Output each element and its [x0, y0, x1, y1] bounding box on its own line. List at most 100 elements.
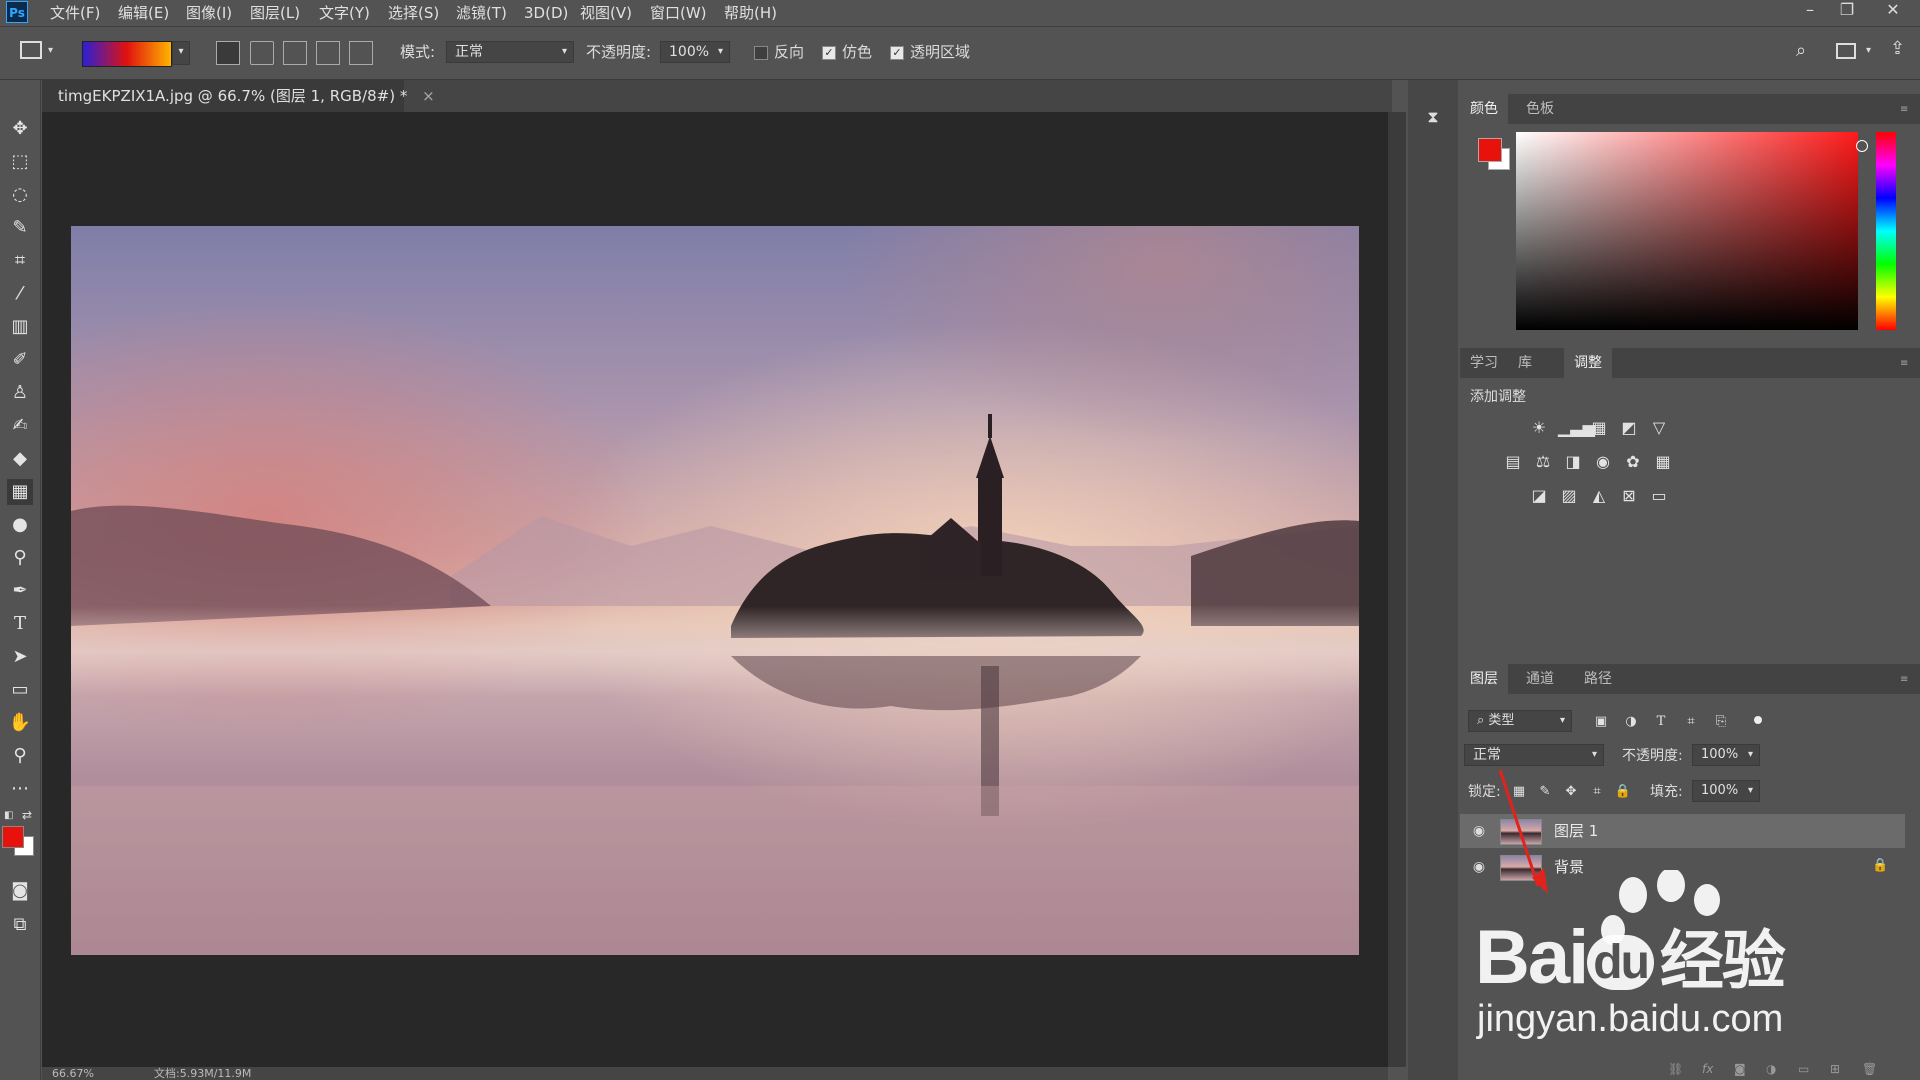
chevron-down-icon[interactable]: ▾: [48, 41, 53, 61]
hsl-icon[interactable]: ▤: [1502, 452, 1524, 472]
filter-smart-object-icon[interactable]: ⎘: [1710, 712, 1732, 732]
new-adjustment-icon[interactable]: ◑: [1766, 1062, 1776, 1076]
dodge-tool-icon[interactable]: ⚲: [7, 545, 33, 571]
hue-slider[interactable]: [1876, 132, 1896, 330]
foreground-color-swatch[interactable]: [2, 826, 24, 848]
document-image[interactable]: [71, 226, 1359, 955]
more-tools-icon[interactable]: ⋯: [7, 776, 33, 802]
menu-layer[interactable]: 图层(L): [250, 2, 300, 24]
search-icon[interactable]: ⌕: [1796, 41, 1806, 61]
clone-stamp-tool-icon[interactable]: ♙: [7, 380, 33, 406]
filter-toggle-icon[interactable]: [1754, 716, 1762, 724]
posterize-icon[interactable]: ▨: [1558, 486, 1580, 506]
eraser-tool-icon[interactable]: ◆: [7, 446, 33, 472]
tab-libraries[interactable]: 库: [1508, 348, 1542, 378]
filter-pixel-icon[interactable]: ▣: [1590, 712, 1612, 732]
swap-colors-icon[interactable]: ⇄: [22, 808, 32, 822]
fx-icon[interactable]: fx: [1702, 1062, 1713, 1076]
transparency-checkbox[interactable]: ✓: [890, 46, 904, 60]
panel-menu-icon[interactable]: ≡: [1900, 358, 1912, 369]
healing-brush-tool-icon[interactable]: ▥: [7, 314, 33, 340]
tab-layers[interactable]: 图层: [1460, 664, 1508, 694]
gradient-map-icon[interactable]: ▭: [1648, 486, 1670, 506]
blend-mode-select[interactable]: 正常 ▾: [1464, 744, 1604, 766]
restore-icon[interactable]: ❐: [1832, 0, 1862, 22]
gradient-picker-chevron-icon[interactable]: ▾: [172, 41, 190, 65]
filter-adjustment-icon[interactable]: ◑: [1620, 712, 1642, 732]
gradient-tool-icon[interactable]: ▦: [7, 479, 33, 505]
radial-gradient-icon[interactable]: [250, 41, 274, 65]
black-white-icon[interactable]: ◨: [1562, 452, 1584, 472]
eye-icon[interactable]: ◉: [1470, 858, 1488, 876]
layer-name[interactable]: 图层 1: [1554, 814, 1598, 848]
curves-icon[interactable]: ▦: [1588, 418, 1610, 438]
menu-type[interactable]: 文字(Y): [319, 2, 370, 24]
mode-select[interactable]: 正常 ▾: [446, 41, 574, 63]
lock-artboard-icon[interactable]: ⌗: [1586, 782, 1608, 802]
close-tab-icon[interactable]: ×: [422, 87, 435, 105]
marquee-tool-icon[interactable]: ⬚: [7, 149, 33, 175]
reverse-checkbox[interactable]: [754, 46, 768, 60]
eye-icon[interactable]: ◉: [1470, 822, 1488, 840]
menu-view[interactable]: 视图(V): [580, 2, 632, 24]
filter-shape-icon[interactable]: ⌗: [1680, 712, 1702, 732]
document-scrollbar[interactable]: [1388, 112, 1406, 1067]
tab-paths[interactable]: 路径: [1574, 664, 1622, 694]
menu-filter[interactable]: 滤镜(T): [456, 2, 507, 24]
lock-position-icon[interactable]: ✥: [1560, 782, 1582, 802]
blur-tool-icon[interactable]: ●: [7, 512, 33, 538]
tab-swatches[interactable]: 色板: [1516, 94, 1564, 124]
share-icon[interactable]: ⇪: [1890, 39, 1905, 59]
zoom-level[interactable]: 66.67%: [52, 1067, 94, 1080]
dither-checkbox[interactable]: ✓: [822, 46, 836, 60]
menu-window[interactable]: 窗口(W): [650, 2, 707, 24]
eyedropper-tool-icon[interactable]: ⁄: [7, 281, 33, 307]
tab-color[interactable]: 颜色: [1460, 94, 1508, 124]
color-field[interactable]: [1516, 132, 1858, 330]
opacity-field[interactable]: 100% ▾: [660, 41, 730, 63]
vibrance-icon[interactable]: ▽: [1648, 418, 1670, 438]
menu-help[interactable]: 帮助(H): [724, 2, 777, 24]
move-tool-icon[interactable]: ✥: [7, 116, 33, 142]
document-tab[interactable]: timgEKPZIX1A.jpg @ 66.7% (图层 1, RGB/8#) …: [42, 80, 435, 112]
threshold-icon[interactable]: ◭: [1588, 486, 1610, 506]
history-brush-tool-icon[interactable]: ✍: [7, 413, 33, 439]
color-lookup-icon[interactable]: ▦: [1652, 452, 1674, 472]
photo-filter-icon[interactable]: ◉: [1592, 452, 1614, 472]
minimize-icon[interactable]: –: [1795, 0, 1825, 22]
invert-icon[interactable]: ◪: [1528, 486, 1550, 506]
tab-channels[interactable]: 通道: [1516, 664, 1564, 694]
add-mask-icon[interactable]: ◙: [1734, 1062, 1746, 1076]
panel-menu-icon[interactable]: ≡: [1900, 104, 1912, 115]
reflected-gradient-icon[interactable]: [316, 41, 340, 65]
path-select-tool-icon[interactable]: ➤: [7, 644, 33, 670]
levels-icon[interactable]: ▁▃▅: [1558, 418, 1595, 438]
hand-tool-icon[interactable]: ✋: [7, 710, 33, 736]
tab-learn[interactable]: 学习: [1460, 348, 1508, 378]
channel-mixer-icon[interactable]: ✿: [1622, 452, 1644, 472]
color-balance-icon[interactable]: ⚖: [1532, 452, 1554, 472]
angle-gradient-icon[interactable]: [283, 41, 307, 65]
quick-select-tool-icon[interactable]: ✎: [7, 215, 33, 241]
new-layer-icon[interactable]: ⊞: [1830, 1062, 1840, 1076]
delete-layer-icon[interactable]: 🗑: [1862, 1062, 1877, 1076]
chevron-down-icon[interactable]: ▾: [1866, 41, 1871, 61]
history-panel-icon[interactable]: ⧗: [1422, 106, 1444, 128]
selective-color-icon[interactable]: ⊠: [1618, 486, 1640, 506]
linear-gradient-icon[interactable]: [216, 41, 240, 65]
exposure-icon[interactable]: ◩: [1618, 418, 1640, 438]
filter-type-icon[interactable]: T: [1650, 712, 1672, 732]
brush-tool-icon[interactable]: ✐: [7, 347, 33, 373]
diamond-gradient-icon[interactable]: [349, 41, 373, 65]
menu-image[interactable]: 图像(I): [186, 2, 232, 24]
screen-mode-icon[interactable]: ⧉: [7, 912, 33, 938]
quick-mask-icon[interactable]: ◙: [7, 878, 33, 904]
zoom-tool-icon[interactable]: ⚲: [7, 743, 33, 769]
panel-menu-icon[interactable]: ≡: [1900, 674, 1912, 685]
brightness-icon[interactable]: ☀: [1528, 418, 1550, 438]
lock-all-icon[interactable]: 🔒: [1612, 782, 1634, 802]
pen-tool-icon[interactable]: ✒: [7, 578, 33, 604]
menu-3d[interactable]: 3D(D): [524, 2, 568, 24]
layer-name[interactable]: 背景: [1554, 850, 1584, 884]
layer-opacity-field[interactable]: 100% ▾: [1692, 744, 1760, 766]
